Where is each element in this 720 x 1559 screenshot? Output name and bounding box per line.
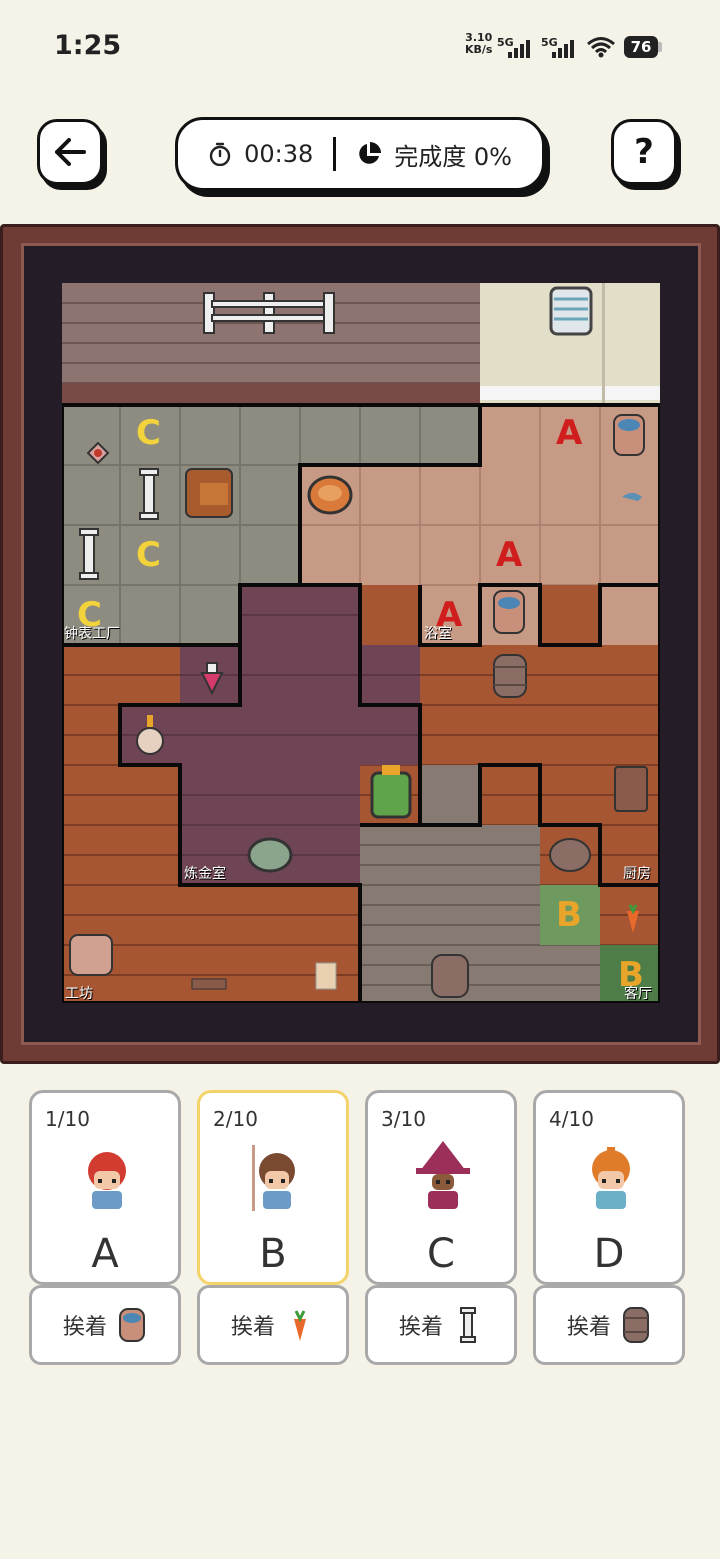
map-letter-a-2: A <box>496 535 523 575</box>
back-arrow-icon <box>55 138 86 166</box>
brick-floor-small-2 <box>540 585 600 645</box>
chair-icon <box>431 954 469 998</box>
map-letter-a-1: A <box>556 413 583 453</box>
card-letter: A <box>91 1231 119 1277</box>
candle-stand-icon <box>460 1307 476 1343</box>
card-letter: B <box>259 1231 287 1277</box>
character-card-a[interactable]: 1/10 A <box>29 1090 181 1285</box>
round-pot-icon <box>307 475 353 515</box>
bucket-icon <box>613 414 645 456</box>
status-bar: 1:25 3.10 KB/s 5G 5G 76 <box>0 0 720 95</box>
barrel-icon <box>493 654 527 698</box>
hall-floor <box>420 765 480 825</box>
character-card-c[interactable]: 3/10 C <box>365 1090 517 1285</box>
status-time: 1:25 <box>54 30 122 61</box>
hint-card-d: 挨着 <box>533 1285 685 1365</box>
wall-base <box>62 383 480 403</box>
room-label-bathroom: 浴室 <box>424 626 452 642</box>
signal-bars-2-icon <box>552 38 578 58</box>
wooden-bed-icon <box>185 468 233 518</box>
character-card-d[interactable]: 4/10 D <box>533 1090 685 1285</box>
armchair-icon <box>370 765 412 819</box>
note-icon <box>315 962 337 990</box>
room-label-workshop: 工坊 <box>65 986 93 1002</box>
witch-avatar-icon <box>416 1141 470 1209</box>
net-speed-unit: KB/s <box>465 43 493 56</box>
towel-icon <box>549 286 593 336</box>
hint-text: 挨着 <box>230 1315 275 1340</box>
completion-label: 完成度 0% <box>394 142 512 171</box>
clock-factory-floor <box>62 405 480 465</box>
bathroom-floor-4 <box>600 585 660 645</box>
hint-text: 挨着 <box>62 1315 107 1340</box>
pill-divider <box>333 137 337 171</box>
tiled-wall-trim <box>480 386 660 400</box>
hall-floor-3 <box>540 945 600 1003</box>
card-letter: C <box>427 1231 455 1277</box>
wifi-icon <box>586 36 616 64</box>
map-letter-c-1: C <box>136 413 161 453</box>
pie-chart-icon <box>359 142 382 164</box>
stool-icon <box>549 838 591 872</box>
hint-text: 挨着 <box>398 1315 443 1340</box>
map-letter-b-1: B <box>556 895 582 935</box>
cauldron-icon <box>247 837 293 873</box>
signal-bars-icon <box>508 38 534 58</box>
carrot-icon <box>294 1310 306 1341</box>
room-label-hall: 客厅 <box>624 986 652 1002</box>
battery-indicator: 76 <box>624 36 658 58</box>
card-count: 3/10 <box>381 1107 426 1131</box>
network-speed: 3.10 KB/s <box>465 32 492 56</box>
hint-card-c: 挨着 <box>365 1285 517 1365</box>
room-label-alchemy: 炼金室 <box>184 866 226 882</box>
floor-map[interactable]: C A C A C A B B 钟表工厂 浴室 炼金室 厨房 工坊 客厅 <box>62 283 660 1003</box>
back-button[interactable] <box>37 119 103 185</box>
cabinet-icon <box>614 766 648 812</box>
battery-nub-icon <box>658 42 662 52</box>
game-stats-pill: 00:38 完成度 0% <box>175 117 545 191</box>
small-bench-icon <box>191 978 227 990</box>
room-label-kitchen: 厨房 <box>623 866 651 882</box>
tiled-wall-seam <box>602 283 605 403</box>
anvil-icon <box>69 934 113 976</box>
card-letter: D <box>593 1231 625 1277</box>
card-count: 4/10 <box>549 1107 594 1131</box>
hint-text: 挨着 <box>566 1315 611 1340</box>
barrel-icon <box>623 1307 649 1343</box>
hint-card-a: 挨着 <box>29 1285 181 1365</box>
bucket-icon <box>493 590 525 634</box>
map-letter-c-2: C <box>136 535 161 575</box>
timer-value: 00:38 <box>244 140 314 168</box>
help-button[interactable]: ? <box>611 119 677 185</box>
red-hair-girl-avatar-icon <box>88 1152 126 1209</box>
room-label-clock-factory: 钟表工厂 <box>64 626 120 642</box>
character-card-b[interactable]: 2/10 B <box>197 1090 349 1285</box>
brick-floor-small <box>360 585 420 645</box>
stopwatch-icon <box>209 142 231 166</box>
card-count: 2/10 <box>213 1107 258 1131</box>
character-cards: 1/10 A 挨着 2/10 B 挨着 3/10 C 挨着 4/10 D 挨着 <box>29 1090 691 1370</box>
card-count: 1/10 <box>45 1107 90 1131</box>
staff-girl-avatar-icon <box>252 1145 295 1211</box>
bucket-icon <box>119 1308 145 1342</box>
hint-card-b: 挨着 <box>197 1285 349 1365</box>
orange-hair-girl-avatar-icon <box>592 1147 630 1209</box>
